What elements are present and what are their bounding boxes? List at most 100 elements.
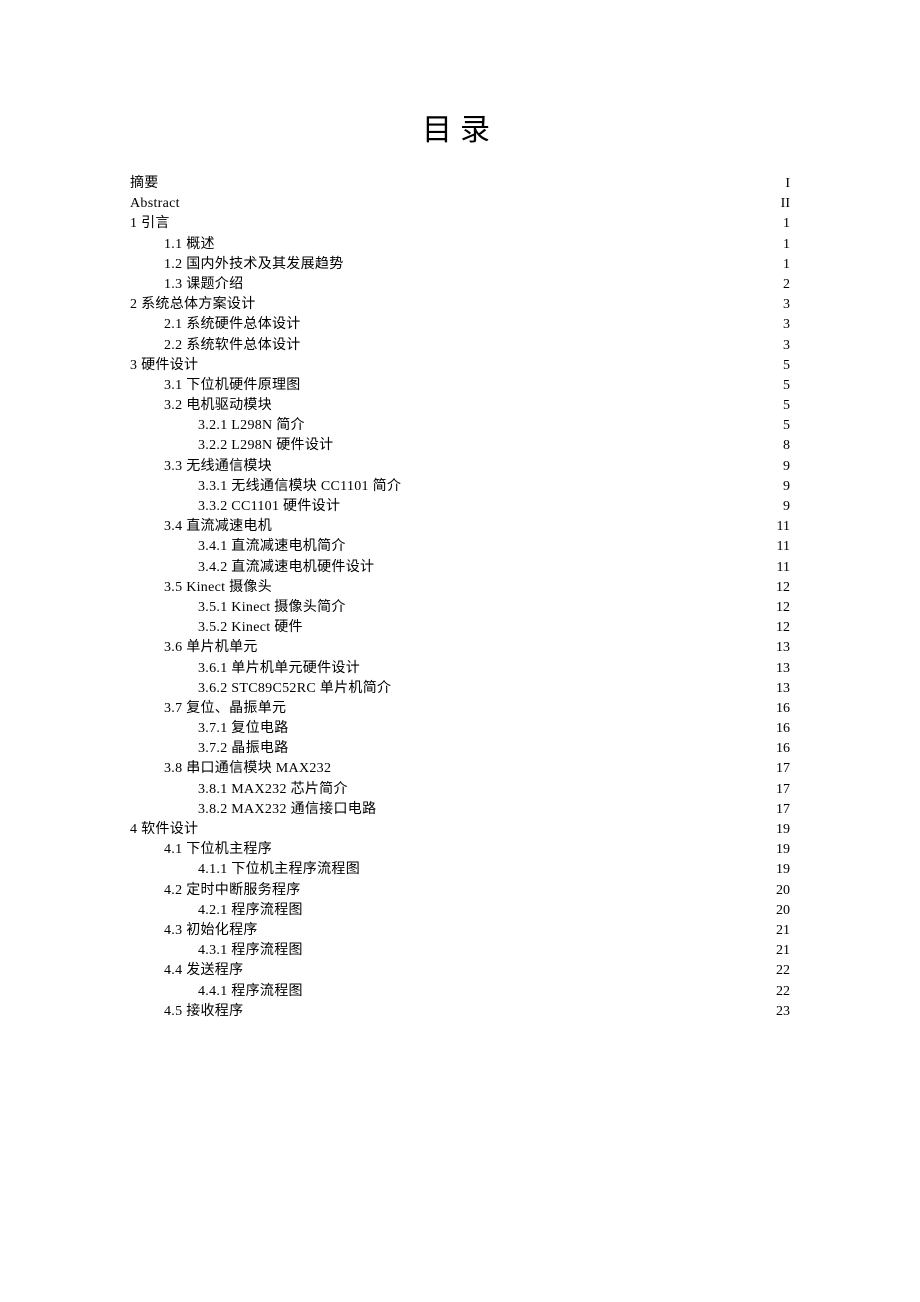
toc-entry: 2.1 系统硬件总体设计3: [130, 318, 790, 332]
toc-entry-page: 11: [772, 520, 790, 534]
toc-entry: 3.2.1 L298N 简介5: [130, 419, 790, 433]
toc-entry: 3.3.1 无线通信模块 CC1101 简介 9: [130, 480, 790, 494]
toc-entry-label: 3.4.1 直流减速电机简介: [198, 540, 346, 554]
toc-entry-label: 3.6.1 单片机单元硬件设计: [198, 662, 360, 676]
table-of-contents: 摘要 I Abstract II 1 引言 1 1.1 概述 1 1.2 国内外技术及其发展趋势…: [130, 177, 790, 1019]
document-page: 目录 摘要 I Abstract II 1 引言 1 1.1 概述 1 1.2 国内外技术及其发…: [0, 0, 920, 1085]
toc-entry-page: 3: [772, 298, 790, 312]
toc-entry-page: 3: [772, 318, 790, 332]
toc-entry-page: 3: [772, 339, 790, 353]
toc-entry-label: 摘要: [130, 177, 159, 191]
toc-entry-page: 11: [772, 561, 790, 575]
toc-entry: 3.7 复位、晶振单元 16: [130, 702, 790, 716]
toc-entry: 3.2 电机驱动模块5: [130, 399, 790, 413]
toc-entry: 4.2 定时中断服务程序20: [130, 884, 790, 898]
toc-entry-label: 4.1 下位机主程序: [164, 843, 272, 857]
toc-entry-label: 3.7.1 复位电路: [198, 722, 289, 736]
toc-entry: 3.1 下位机硬件原理图5: [130, 379, 790, 393]
toc-entry-label: 1.3 课题介绍: [164, 278, 243, 292]
toc-entry-page: 12: [772, 621, 790, 635]
toc-entry: 1.1 概述 1: [130, 238, 790, 252]
toc-entry: 3.6.1 单片机单元硬件设计 13: [130, 662, 790, 676]
toc-title: 目录: [130, 105, 790, 149]
toc-entry-page: 9: [772, 480, 790, 494]
toc-entry-label: 3.3.2 CC1101 硬件设计: [198, 500, 340, 514]
toc-entry-label: 4.2.1 程序流程图: [198, 904, 303, 918]
toc-entry-label: 3.8.1 MAX232 芯片简介: [198, 783, 348, 797]
toc-entry-label: 1.2 国内外技术及其发展趋势: [164, 258, 344, 272]
toc-entry: 摘要 I: [130, 177, 790, 191]
toc-entry-label: 4.3.1 程序流程图: [198, 944, 303, 958]
toc-entry-page: 19: [772, 863, 790, 877]
toc-entry-label: 2 系统总体方案设计: [130, 298, 256, 312]
toc-entry: 4.1 下位机主程序 19: [130, 843, 790, 857]
toc-entry-label: 1 引言: [130, 217, 170, 231]
toc-entry: 3.7.1 复位电路16: [130, 722, 790, 736]
toc-entry-label: Abstract: [130, 197, 180, 211]
toc-entry: 3.7.2 晶振电路16: [130, 742, 790, 756]
toc-entry-label: 2.2 系统软件总体设计: [164, 339, 301, 353]
toc-entry-label: 3.2.1 L298N 简介: [198, 419, 305, 433]
toc-entry: 3.8.2 MAX232 通信接口电路17: [130, 803, 790, 817]
toc-entry-label: 1.1 概述: [164, 238, 215, 252]
toc-entry-page: 17: [772, 803, 790, 817]
toc-entry-page: II: [772, 197, 790, 211]
toc-entry-page: 12: [772, 581, 790, 595]
toc-entry-label: 3.5 Kinect 摄像头: [164, 581, 272, 595]
toc-entry-page: 13: [772, 662, 790, 676]
toc-entry: 1 引言 1: [130, 217, 790, 231]
toc-entry-page: 22: [772, 985, 790, 999]
toc-entry-label: 4.3 初始化程序: [164, 924, 258, 938]
toc-entry-page: 1: [772, 238, 790, 252]
toc-entry-page: 21: [772, 944, 790, 958]
toc-entry-page: 11: [772, 540, 790, 554]
toc-entry-page: 17: [772, 762, 790, 776]
toc-entry-label: 3.3.1 无线通信模块 CC1101 简介: [198, 480, 401, 494]
toc-entry-label: 3.7.2 晶振电路: [198, 742, 289, 756]
toc-entry-page: 20: [772, 904, 790, 918]
toc-entry: 3 硬件设计 5: [130, 359, 790, 373]
toc-entry-page: 12: [772, 601, 790, 615]
toc-entry-page: 19: [772, 823, 790, 837]
toc-entry: 3.6.2 STC89C52RC 单片机简介 13: [130, 682, 790, 696]
toc-entry-label: 3.4 直流减速电机: [164, 520, 272, 534]
toc-entry: 3.5.2 Kinect 硬件 12: [130, 621, 790, 635]
toc-entry-label: 4.4 发送程序: [164, 964, 243, 978]
toc-entry-label: 3.5.1 Kinect 摄像头简介: [198, 601, 346, 615]
toc-entry-label: 3.5.2 Kinect 硬件: [198, 621, 303, 635]
toc-entry-page: 19: [772, 843, 790, 857]
toc-entry-page: 1: [772, 258, 790, 272]
toc-entry-page: 22: [772, 964, 790, 978]
toc-entry: 4.4.1 程序流程图 22: [130, 985, 790, 999]
toc-entry: 1.3 课题介绍2: [130, 278, 790, 292]
toc-entry: 4 软件设计 19: [130, 823, 790, 837]
toc-entry-page: 5: [772, 399, 790, 413]
toc-entry: 3.8 串口通信模块 MAX23217: [130, 762, 790, 776]
toc-entry-label: 4.4.1 程序流程图: [198, 985, 303, 999]
toc-entry: 2.2 系统软件总体设计 3: [130, 339, 790, 353]
toc-entry-page: 8: [772, 439, 790, 453]
toc-entry: 3.4.2 直流减速电机硬件设计 11: [130, 561, 790, 575]
toc-entry: 3.3.2 CC1101 硬件设计9: [130, 500, 790, 514]
toc-entry-label: 3.6.2 STC89C52RC 单片机简介: [198, 682, 391, 696]
toc-entry-label: 3.4.2 直流减速电机硬件设计: [198, 561, 374, 575]
toc-entry-page: 1: [772, 217, 790, 231]
toc-entry-page: 20: [772, 884, 790, 898]
toc-entry: 4.1.1 下位机主程序流程图19: [130, 863, 790, 877]
toc-entry-page: 13: [772, 682, 790, 696]
toc-entry-page: 5: [772, 359, 790, 373]
toc-entry-page: 16: [772, 702, 790, 716]
toc-entry-label: 4 软件设计: [130, 823, 198, 837]
toc-entry: 3.4 直流减速电机 11: [130, 520, 790, 534]
toc-entry-page: 17: [772, 783, 790, 797]
toc-entry: 3.5 Kinect 摄像头 12: [130, 581, 790, 595]
toc-entry: 3.5.1 Kinect 摄像头简介 12: [130, 601, 790, 615]
toc-entry: 3.8.1 MAX232 芯片简介 17: [130, 783, 790, 797]
toc-entry-page: 9: [772, 460, 790, 474]
toc-entry-label: 3 硬件设计: [130, 359, 198, 373]
toc-entry-label: 3.7 复位、晶振单元: [164, 702, 286, 716]
toc-entry: 4.4 发送程序 22: [130, 964, 790, 978]
toc-entry-label: 3.6 单片机单元: [164, 641, 258, 655]
toc-entry-page: I: [772, 177, 790, 191]
toc-entry: 3.3 无线通信模块9: [130, 460, 790, 474]
